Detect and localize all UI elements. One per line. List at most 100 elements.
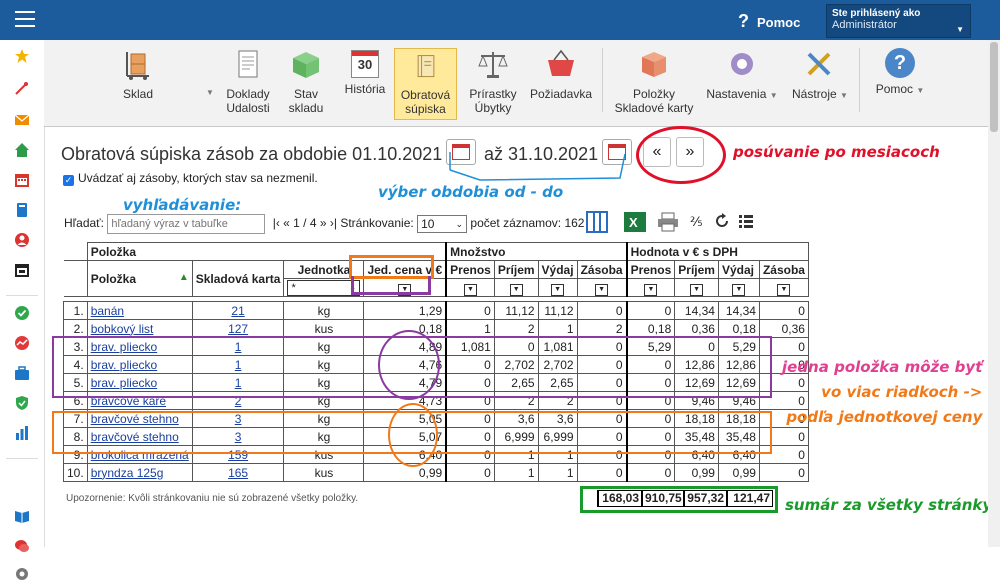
- obratova-supiska-button[interactable]: Obratová súpiska: [394, 48, 457, 120]
- paging-select[interactable]: 10 ⌄: [417, 214, 468, 233]
- column-header-val-prijem[interactable]: Príjem: [674, 260, 719, 279]
- chat-icon[interactable]: [14, 538, 30, 554]
- column-header-qty-vydaj[interactable]: Výdaj: [537, 260, 578, 279]
- chart-circle-icon[interactable]: [14, 335, 30, 351]
- page-scrollbar[interactable]: [988, 40, 1000, 547]
- column-header-val-zasoba[interactable]: Zásoba: [758, 260, 809, 279]
- pager[interactable]: |‹ « 1 / 4 » ›|: [273, 216, 337, 230]
- sidebar-divider: [6, 295, 38, 296]
- chevron-down-icon[interactable]: ▼: [916, 86, 924, 95]
- annotation-ellipse-months: [636, 126, 726, 184]
- card-link[interactable]: 127: [228, 322, 248, 336]
- svg-text:X: X: [629, 215, 638, 230]
- filter-icon[interactable]: ▼: [464, 283, 478, 296]
- pomoc-button[interactable]: ? Pomoc ▼: [870, 48, 930, 98]
- annotation-price-header-box-purple: [351, 276, 431, 295]
- warehouse-cart-icon: [126, 52, 149, 80]
- chevron-down-icon[interactable]: ▼: [840, 91, 848, 100]
- check-circle-icon[interactable]: [14, 305, 30, 321]
- column-header-qty-prenos[interactable]: Prenos: [445, 260, 495, 279]
- unit-cell: kus: [283, 319, 365, 338]
- column-header-val-prenos[interactable]: Prenos: [625, 260, 676, 279]
- bar-chart-icon[interactable]: [14, 425, 30, 441]
- qty-vydaj-cell: 1: [537, 319, 578, 338]
- search-row: Hľadať: |‹ « 1 / 4 » ›| Stránkovanie: 10…: [64, 214, 584, 234]
- mail-icon[interactable]: [14, 112, 30, 128]
- poziadavka-button[interactable]: Požiadavka: [528, 48, 594, 101]
- prirastky-ubytky-button[interactable]: Prírastky Úbytky: [464, 48, 522, 115]
- val-prijem-cell: 14,34: [674, 301, 719, 320]
- home-icon[interactable]: [14, 142, 30, 158]
- columns-icon[interactable]: [586, 211, 608, 233]
- filter-icon[interactable]: ▼: [644, 283, 658, 296]
- column-header-val-vydaj[interactable]: Výdaj: [717, 260, 760, 279]
- filter-icon[interactable]: ▼: [690, 283, 704, 296]
- polozky-button[interactable]: Položky Skladové karty: [610, 48, 698, 115]
- fraction-icon[interactable]: ⅖: [690, 214, 703, 230]
- sklad-button[interactable]: Sklad: [110, 48, 166, 101]
- open-book-icon[interactable]: [14, 508, 30, 524]
- item-link[interactable]: bobkový list: [91, 322, 154, 336]
- annotation-price-ellipse-orange: [388, 403, 438, 467]
- item-link[interactable]: banán: [91, 304, 124, 318]
- gear-icon[interactable]: [14, 566, 30, 582]
- column-header-item[interactable]: Položka ▲: [86, 260, 193, 297]
- search-input[interactable]: [107, 214, 266, 234]
- price-cell: 1,29: [363, 301, 447, 320]
- excel-icon[interactable]: X: [624, 212, 646, 232]
- shield-icon[interactable]: [14, 395, 30, 411]
- briefcase-icon[interactable]: [14, 365, 30, 381]
- filter-icon[interactable]: ▼: [777, 283, 791, 296]
- nastroje-button[interactable]: Nástroje ▼: [788, 48, 852, 103]
- magic-wand-icon[interactable]: [14, 80, 30, 96]
- qty-zasoba-cell: 0: [576, 463, 628, 482]
- filter-icon[interactable]: ▼: [551, 283, 565, 296]
- val-vydaj-cell: 14,34: [717, 301, 760, 320]
- help-link[interactable]: ? Pomoc: [738, 11, 800, 32]
- qty-prenos-cell: 1: [445, 319, 495, 338]
- card-link[interactable]: 165: [228, 466, 248, 480]
- unit-cell: kus: [283, 463, 365, 482]
- qty-vydaj-cell: 1: [537, 463, 578, 482]
- card-link[interactable]: 21: [231, 304, 244, 318]
- toolbar-separator: [859, 48, 860, 112]
- user-menu[interactable]: Ste prihlásený ako Administrátor ▼: [826, 4, 971, 38]
- qty-vydaj-cell: 11,12: [537, 301, 578, 320]
- print-icon[interactable]: [657, 212, 679, 232]
- book-icon[interactable]: [14, 202, 30, 218]
- box-icon: [642, 52, 666, 77]
- val-prenos-cell: 0,18: [625, 319, 676, 338]
- menu-icon[interactable]: [15, 11, 35, 29]
- annotation-sum: sumár za všetky stránky: [785, 496, 993, 514]
- doklady-button[interactable]: Doklady Udalosti: [221, 48, 275, 115]
- val-zasoba-cell: 0: [758, 463, 809, 482]
- column-header-qty-zasoba[interactable]: Zásoba: [576, 260, 628, 279]
- item-link[interactable]: bryndza 125g: [91, 466, 164, 480]
- calendar-icon[interactable]: [14, 172, 30, 188]
- chevron-down-icon[interactable]: ▼: [206, 88, 214, 97]
- show-unchanged-checkbox[interactable]: ✓ Uvádzať aj zásoby, ktorých stav sa nezm…: [63, 171, 318, 186]
- column-header-qty-prijem[interactable]: Príjem: [493, 260, 539, 279]
- scrollbar-thumb[interactable]: [990, 42, 998, 132]
- nastavenia-button[interactable]: Nastavenia ▼: [704, 48, 780, 103]
- stav-skladu-button[interactable]: Stav skladu: [284, 48, 328, 115]
- contact-icon[interactable]: [14, 232, 30, 248]
- filter-icon[interactable]: ▼: [595, 283, 609, 296]
- row-number: 2.: [63, 319, 88, 338]
- refresh-icon[interactable]: [714, 213, 730, 229]
- list-icon[interactable]: [738, 213, 754, 229]
- calendar-alt-icon[interactable]: [14, 262, 30, 278]
- chevron-down-icon: ⌄: [455, 218, 464, 229]
- star-icon[interactable]: [14, 48, 30, 64]
- qty-zasoba-cell: 2: [576, 319, 628, 338]
- record-count: počet záznamov: 162: [470, 216, 585, 230]
- unit-filter-select[interactable]: * ⌄: [287, 279, 361, 296]
- history-calendar-icon: 30: [351, 50, 379, 78]
- filter-icon[interactable]: ▼: [732, 283, 746, 296]
- top-bar: ? Pomoc Ste prihlásený ako Administrátor …: [0, 0, 1000, 40]
- column-header-card[interactable]: Skladová karta: [191, 260, 285, 297]
- unit-cell: kg: [283, 301, 365, 320]
- chevron-down-icon[interactable]: ▼: [770, 91, 778, 100]
- historia-button[interactable]: 30 História: [342, 48, 388, 96]
- filter-icon[interactable]: ▼: [509, 283, 523, 296]
